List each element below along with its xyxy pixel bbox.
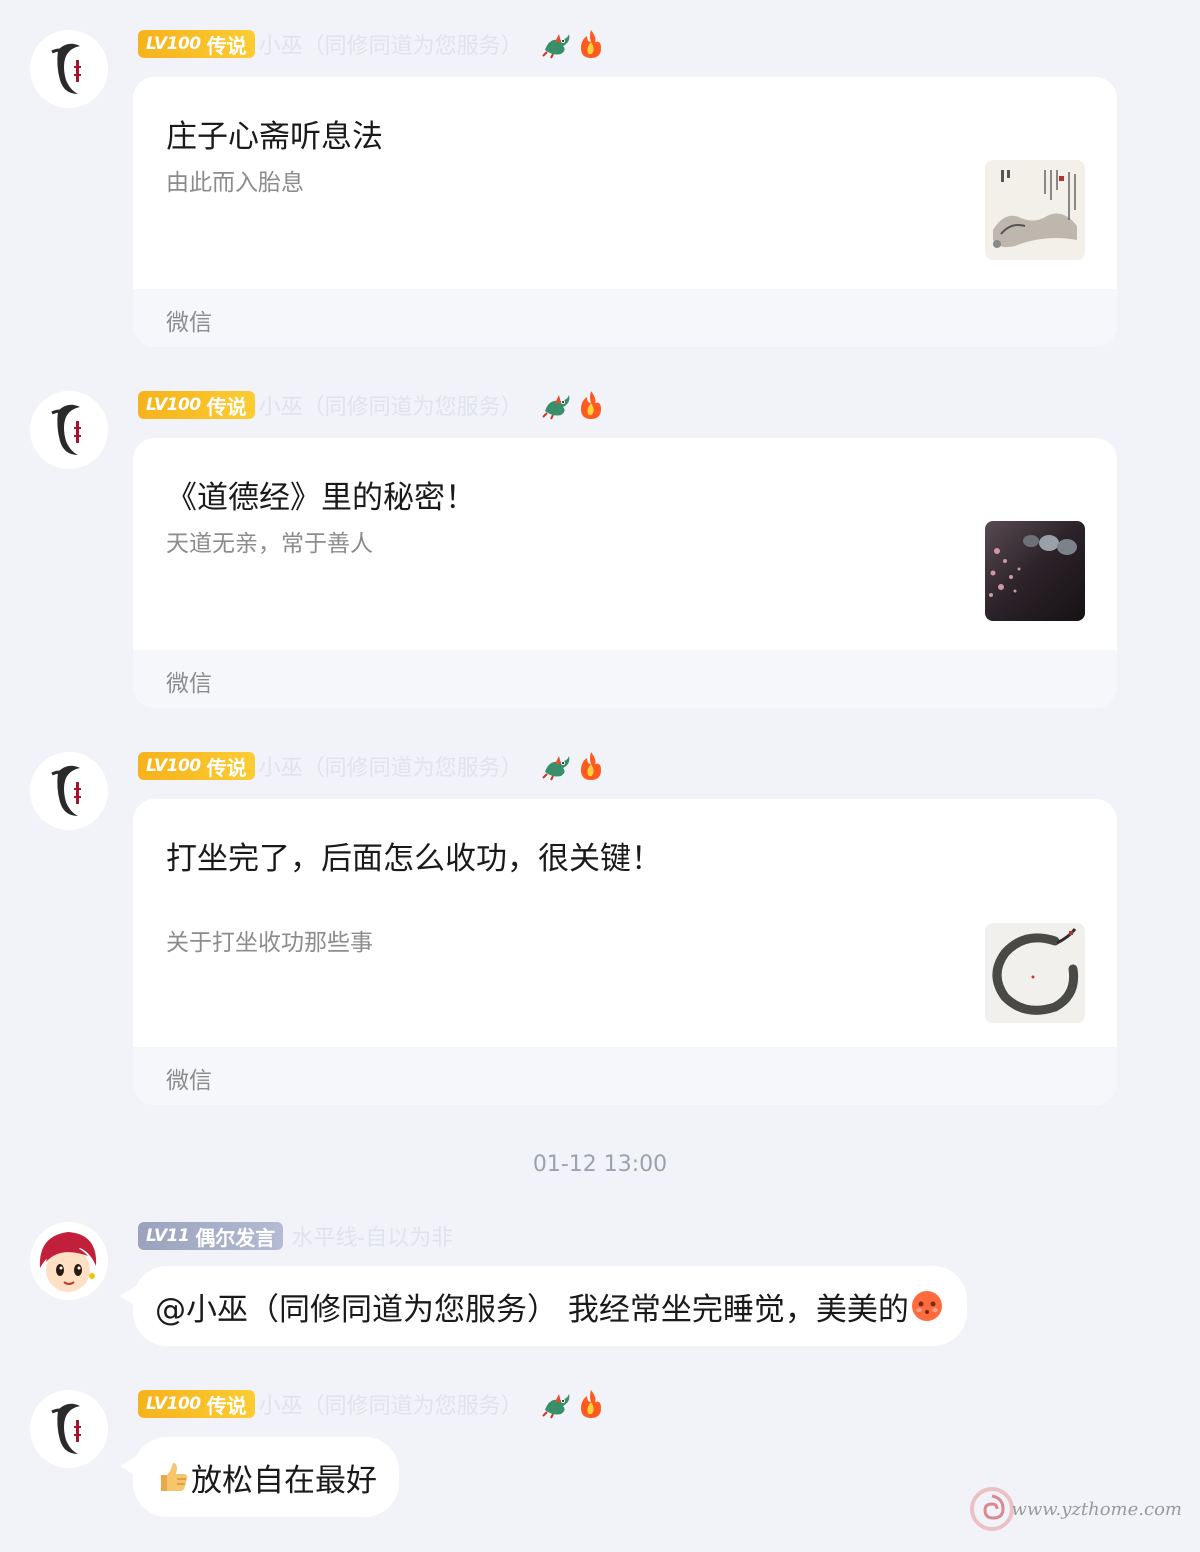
avatar[interactable] bbox=[30, 391, 108, 469]
site-watermark: www.yzthome.com bbox=[969, 1486, 1182, 1532]
card-thumbnail bbox=[985, 521, 1085, 621]
nickname[interactable]: 小巫（同修同道为您服务） bbox=[259, 389, 523, 421]
calligraphy-avatar-icon bbox=[30, 30, 108, 108]
calligraphy-avatar-icon bbox=[30, 1390, 108, 1468]
link-card[interactable]: 《道德经》里的秘密！ 天道无亲，常于善人 微信 bbox=[133, 438, 1117, 708]
emoji-group bbox=[541, 389, 609, 421]
card-description: 天道无亲，常于善人 bbox=[166, 531, 373, 557]
nickname[interactable]: 水平线-自以为非 bbox=[291, 1220, 453, 1252]
card-thumbnail bbox=[985, 160, 1085, 260]
cartoon-girl-avatar-icon bbox=[30, 1222, 108, 1300]
calligraphy-avatar-icon bbox=[30, 752, 108, 830]
level-title: 偶尔发言 bbox=[195, 1225, 276, 1250]
card-title: 打坐完了，后面怎么收功，很关键！ bbox=[166, 841, 662, 877]
blossom-photo-thumbnail bbox=[985, 521, 1085, 621]
level-label: LV100 bbox=[146, 395, 201, 415]
link-card[interactable]: 打坐完了，后面怎么收功，很关键！ 关于打坐收功那些事 微信 bbox=[133, 799, 1117, 1105]
dragon-icon bbox=[541, 34, 570, 59]
text-bubble[interactable]: @小巫（同修同道为您服务） 我经常坐完睡觉，美美的 bbox=[133, 1266, 967, 1346]
level-label: LV100 bbox=[146, 1394, 201, 1414]
fire-icon bbox=[580, 391, 601, 419]
nickname[interactable]: 小巫（同修同道为您服务） bbox=[259, 28, 523, 60]
level-title: 传说 bbox=[206, 755, 247, 780]
emoji-group bbox=[541, 1388, 609, 1420]
card-thumbnail bbox=[985, 923, 1085, 1023]
fire-icon bbox=[580, 30, 601, 58]
avatar[interactable] bbox=[30, 752, 108, 830]
watermark-text: www.yzthome.com bbox=[1011, 1498, 1182, 1520]
card-description: 关于打坐收功那些事 bbox=[166, 930, 373, 956]
dragon-icon bbox=[541, 756, 570, 781]
level-label: LV100 bbox=[146, 34, 201, 54]
nickname[interactable]: 小巫（同修同道为您服务） bbox=[259, 1388, 523, 1420]
card-source: 微信 bbox=[166, 310, 212, 336]
fire-icon bbox=[580, 1390, 601, 1418]
nickname[interactable]: 小巫（同修同道为您服务） bbox=[259, 750, 523, 782]
level-badge: LV11 偶尔发言 bbox=[138, 1222, 284, 1250]
card-source: 微信 bbox=[166, 1068, 212, 1094]
avatar[interactable] bbox=[30, 1222, 108, 1300]
level-title: 传说 bbox=[206, 33, 247, 58]
enso-circle-thumbnail bbox=[985, 923, 1085, 1023]
user-info-row: LV100 传说 小巫（同修同道为您服务） bbox=[138, 389, 609, 421]
calligraphy-avatar-icon bbox=[30, 391, 108, 469]
level-badge: LV100 传说 bbox=[138, 391, 255, 419]
card-title: 《道德经》里的秘密！ bbox=[166, 480, 476, 516]
level-badge: LV100 传说 bbox=[138, 1390, 255, 1418]
level-badge: LV100 传说 bbox=[138, 752, 255, 780]
timestamp-divider: 01-12 13:00 bbox=[532, 1152, 668, 1177]
ink-painting-thumbnail bbox=[985, 160, 1085, 260]
card-source: 微信 bbox=[166, 671, 212, 697]
emoji-group bbox=[541, 28, 609, 60]
level-label: LV11 bbox=[146, 1226, 190, 1246]
emoji-group bbox=[541, 750, 609, 782]
level-title: 传说 bbox=[206, 394, 247, 419]
user-info-row: LV100 传说 小巫（同修同道为您服务） bbox=[138, 750, 609, 782]
user-info-row: LV100 传说 小巫（同修同道为您服务） bbox=[138, 1388, 609, 1420]
dragon-icon bbox=[541, 395, 570, 420]
card-description: 由此而入胎息 bbox=[166, 170, 304, 196]
message-text: @小巫（同修同道为您服务） 我经常坐完睡觉，美美的 bbox=[155, 1291, 909, 1328]
level-label: LV100 bbox=[146, 756, 201, 776]
text-bubble[interactable]: 放松自在最好 bbox=[133, 1437, 399, 1517]
card-title: 庄子心斋听息法 bbox=[166, 119, 383, 155]
user-info-row: LV100 传说 小巫（同修同道为您服务） bbox=[138, 28, 609, 60]
dragon-icon bbox=[541, 1394, 570, 1419]
avatar[interactable] bbox=[30, 1390, 108, 1468]
avatar[interactable] bbox=[30, 30, 108, 108]
user-info-row: LV11 偶尔发言 水平线-自以为非 bbox=[138, 1220, 453, 1252]
link-card[interactable]: 庄子心斋听息法 由此而入胎息 微信 bbox=[133, 77, 1117, 347]
level-badge: LV100 传说 bbox=[138, 30, 255, 58]
thumbs-up-icon bbox=[155, 1459, 191, 1495]
blushing-face-icon bbox=[909, 1288, 945, 1324]
level-title: 传说 bbox=[206, 1393, 247, 1418]
fire-icon bbox=[580, 752, 601, 780]
spiral-logo-icon bbox=[970, 1487, 1015, 1531]
message-text: 放松自在最好 bbox=[191, 1462, 377, 1499]
